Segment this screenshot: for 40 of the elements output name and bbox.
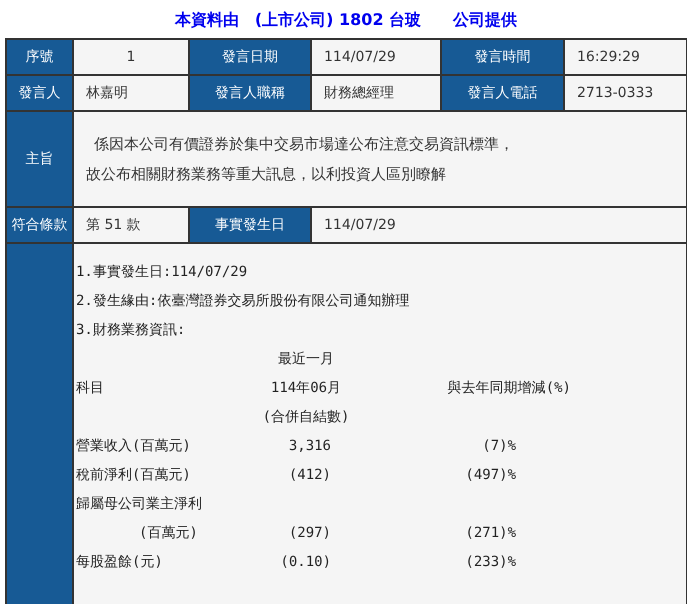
field-value: 第 51 款 <box>73 207 189 243</box>
field-value: 2713-0333 <box>564 75 687 111</box>
month-value: (297) <box>288 525 331 541</box>
field-label: 主旨 <box>6 111 73 207</box>
subject-text: 係因本公司有價證券於集中交易市場達公布注意交易資訊標準，故公布相關財務業務等重大訊息，以利投資人區別瞭解 <box>86 134 515 185</box>
field-value: 財務總經理 <box>311 75 441 111</box>
change-value: 與去年同期增減(%) <box>448 380 571 396</box>
page-title: 本資料由 (上市公司) 1802 台玻 公司提供 <box>174 9 518 31</box>
field-label: 發言人職稱 <box>189 75 311 111</box>
item-label: 每股盈餘(元) <box>76 554 163 570</box>
month-value: 3,316 <box>288 438 331 454</box>
field-label: 發言時間 <box>441 39 564 75</box>
change-value: (271)% <box>465 525 516 541</box>
body-line: 2.發生緣由:依臺灣證券交易所股份有限公司通知辦理 <box>76 292 410 311</box>
item-label: 歸屬母公司業主淨利 <box>76 496 202 512</box>
field-value: 16:29:29 <box>564 39 687 75</box>
month-value: 最近一月 <box>278 351 334 367</box>
field-label: 序號 <box>6 39 73 75</box>
field-value: 林嘉明 <box>73 75 189 111</box>
month-value: (0.10) <box>280 554 331 570</box>
field-label: 發言日期 <box>189 39 311 75</box>
item-label: 營業收入(百萬元) <box>76 438 191 454</box>
field-label: 符合條款 <box>6 207 73 243</box>
change-value: (7)% <box>482 438 516 454</box>
item-label: (百萬元) <box>139 525 198 541</box>
field-value: 114/07/29 <box>311 207 687 243</box>
item-label: 稅前淨利(百萬元) <box>76 467 191 483</box>
change-value: (233)% <box>465 554 516 570</box>
field-value: 114/07/29 <box>311 39 441 75</box>
item-label: 科目 <box>76 380 104 396</box>
field-label: 發言人電話 <box>441 75 564 111</box>
body-line: 3.財務業務資訊: <box>76 321 186 340</box>
change-value: (497)% <box>465 467 516 483</box>
field-label: 發言人 <box>6 75 73 111</box>
month-value: (合併自結數) <box>262 409 350 425</box>
field-value: 1 <box>73 39 189 75</box>
month-value: 114年06月 <box>270 380 342 396</box>
field-label: 事實發生日 <box>189 207 311 243</box>
month-value: (412) <box>288 467 331 483</box>
body-line: 1.事實發生日:114/07/29 <box>76 263 248 282</box>
